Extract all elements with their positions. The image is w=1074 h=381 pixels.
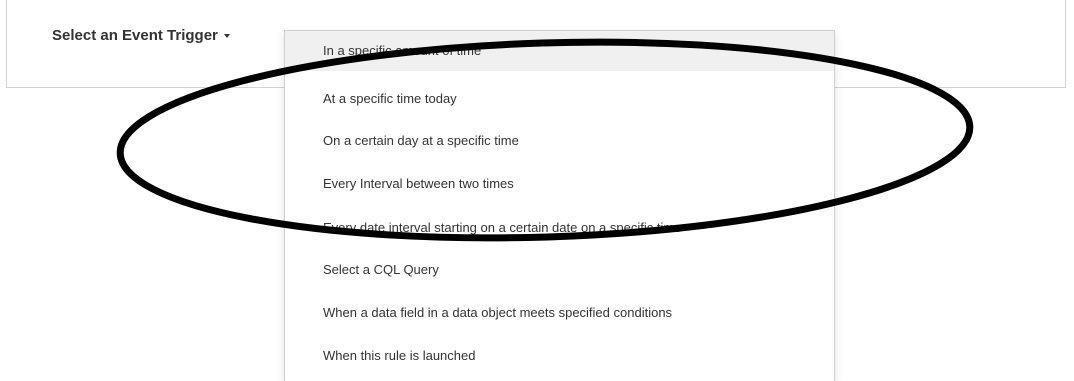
menu-item-specific-time-today[interactable]: At a specific time today [285, 79, 834, 119]
menu-item-label: At a specific time today [323, 91, 457, 106]
menu-item-select-cql-query[interactable]: Select a CQL Query [285, 250, 834, 290]
menu-item-label: Select a CQL Query [323, 262, 439, 277]
menu-item-label: Every date interval starting on a certai… [323, 220, 682, 235]
event-trigger-dropdown-menu: In a specific amount of time At a specif… [284, 30, 835, 381]
menu-item-date-interval-certain-date[interactable]: Every date interval starting on a certai… [285, 208, 834, 248]
menu-item-label: In a specific amount of time [323, 43, 482, 58]
select-event-trigger-button[interactable]: Select an Event Trigger [52, 27, 230, 44]
menu-item-data-field-conditions[interactable]: When a data field in a data object meets… [285, 293, 834, 333]
menu-item-rule-launched[interactable]: When this rule is launched [285, 336, 834, 376]
menu-item-interval-between-two-times[interactable]: Every Interval between two times [285, 164, 834, 204]
select-event-trigger-label: Select an Event Trigger [52, 27, 218, 44]
menu-item-label: Every Interval between two times [323, 176, 514, 191]
page: Select an Event Trigger In a specific am… [0, 0, 1074, 381]
menu-item-label: On a certain day at a specific time [323, 133, 519, 148]
caret-down-icon [223, 33, 230, 38]
menu-item-specific-amount-of-time[interactable]: In a specific amount of time [285, 31, 834, 71]
menu-item-label: When this rule is launched [323, 348, 476, 363]
menu-item-certain-day-specific-time[interactable]: On a certain day at a specific time [285, 121, 834, 161]
menu-item-label: When a data field in a data object meets… [323, 305, 673, 320]
